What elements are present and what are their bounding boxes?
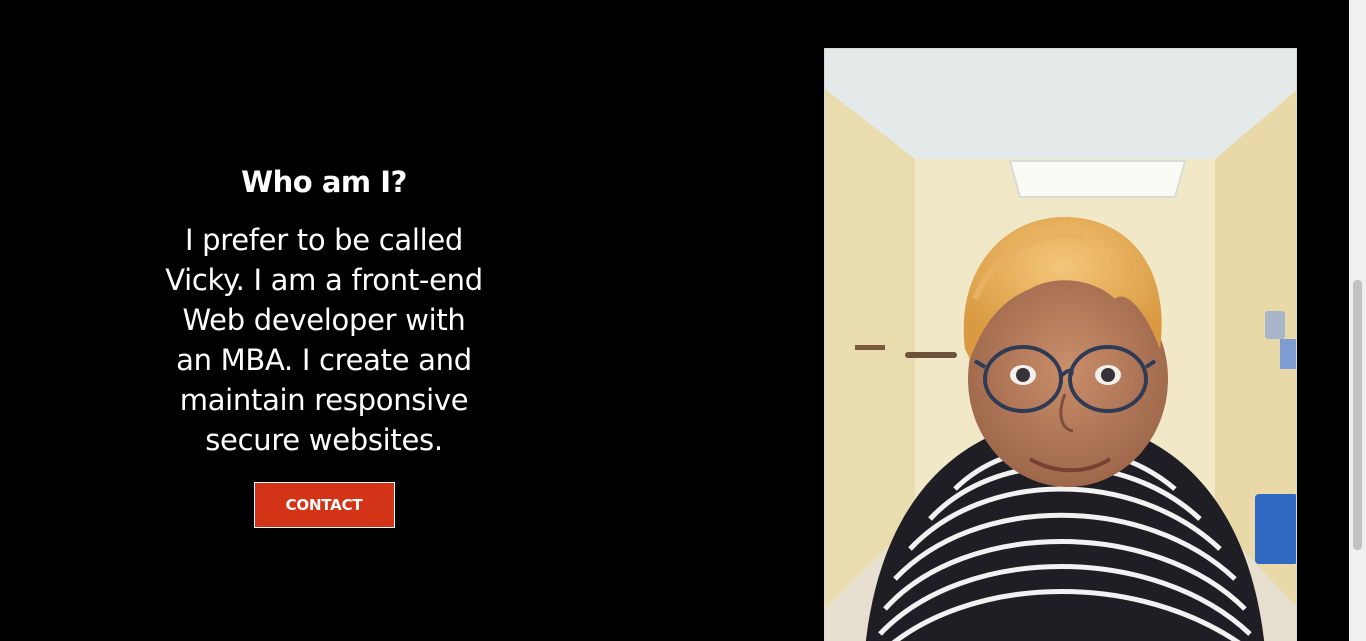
portrait-illustration (825, 49, 1296, 641)
about-description: I prefer to be called Vicky. I am a fron… (165, 223, 483, 457)
vertical-scrollbar[interactable] (1349, 0, 1366, 641)
about-heading: Who am I? (241, 165, 407, 199)
profile-photo (824, 48, 1297, 641)
contact-button[interactable]: CONTACT (253, 482, 395, 528)
page: Who am I? I prefer to be called Vicky. I… (0, 0, 1366, 641)
about-section: Who am I? I prefer to be called Vicky. I… (165, 160, 483, 528)
scrollbar-thumb[interactable] (1353, 280, 1362, 550)
